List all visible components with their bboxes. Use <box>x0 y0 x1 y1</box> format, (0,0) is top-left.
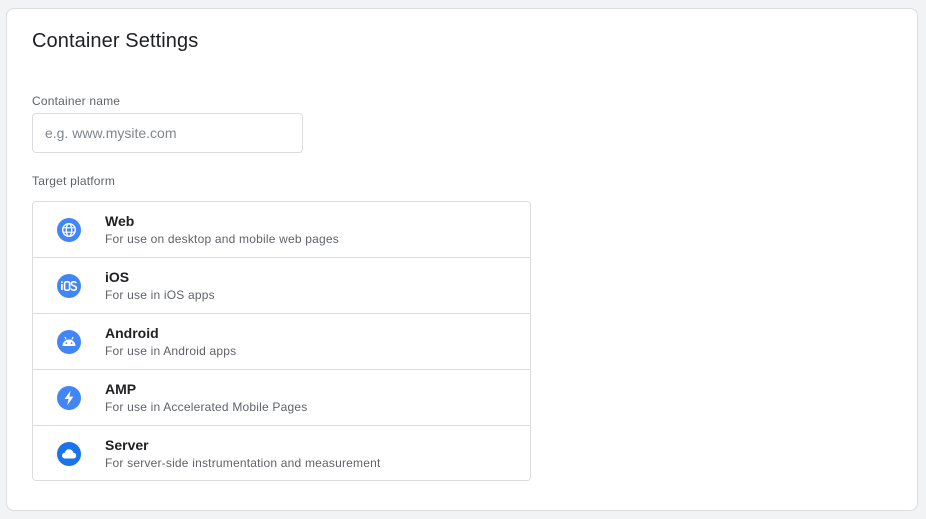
platform-name: iOS <box>105 269 130 285</box>
platform-option-amp[interactable]: AMP For use in Accelerated Mobile Pages <box>33 370 530 426</box>
platform-description: For use in iOS apps <box>105 288 215 302</box>
lightning-bolt-icon <box>57 386 81 410</box>
platform-option-android[interactable]: Android For use in Android apps <box>33 314 530 370</box>
container-settings-card: Container Settings Container name Target… <box>6 8 918 511</box>
platform-option-web[interactable]: Web For use on desktop and mobile web pa… <box>33 202 530 258</box>
platform-option-ios[interactable]: iOS For use in iOS apps <box>33 258 530 314</box>
platform-name: Android <box>105 325 159 341</box>
ios-icon <box>57 274 81 298</box>
platform-description: For server-side instrumentation and meas… <box>105 456 381 470</box>
container-name-input[interactable] <box>32 113 303 153</box>
target-platform-label: Target platform <box>32 174 116 188</box>
platform-name: AMP <box>105 381 137 397</box>
container-name-label: Container name <box>32 94 121 108</box>
platform-description: For use on desktop and mobile web pages <box>105 232 339 246</box>
platform-name: Server <box>105 437 149 453</box>
android-icon <box>57 330 81 354</box>
platform-description: For use in Android apps <box>105 344 237 358</box>
target-platform-list: Web For use on desktop and mobile web pa… <box>32 201 531 481</box>
page-title: Container Settings <box>32 30 199 52</box>
platform-option-server[interactable]: Server For server-side instrumentation a… <box>33 426 530 480</box>
globe-icon <box>57 218 81 242</box>
platform-name: Web <box>105 213 135 229</box>
cloud-icon <box>57 442 81 466</box>
platform-description: For use in Accelerated Mobile Pages <box>105 400 308 414</box>
